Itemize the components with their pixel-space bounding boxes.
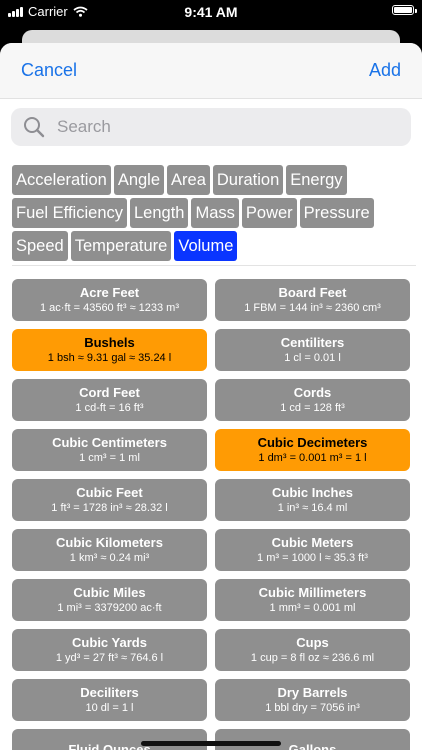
unit-name: Cubic Meters <box>271 535 354 550</box>
unit-conversion: 1 cl = 0.01 l <box>284 352 341 364</box>
category-chip-duration[interactable]: Duration <box>212 165 284 195</box>
unit-name: Bushels <box>84 335 135 350</box>
unit-card-gallons[interactable]: Gallons <box>215 729 410 750</box>
unit-name: Dry Barrels <box>277 685 348 700</box>
unit-conversion: 1 m³ = 1000 l ≈ 35.3 ft³ <box>257 552 368 564</box>
unit-name: Cubic Yards <box>72 635 147 650</box>
status-time: 9:41 AM <box>184 4 238 20</box>
unit-conversion: 10 dl = 1 l <box>85 702 134 714</box>
unit-name: Cubic Centimeters <box>52 435 167 450</box>
chip-row: Fuel Efficiency Length Mass Power Pressure <box>12 198 412 228</box>
category-chips: Acceleration Angle Area Duration Energy Fuel … <box>12 165 412 264</box>
add-unit-sheet: Cancel Add AccelerationAngleAreaDuration… <box>0 43 422 750</box>
unit-card-cubic-millimeters[interactable]: Cubic Millimeters 1 mm³ = 0.001 ml <box>215 579 410 621</box>
category-chip-area[interactable]: Area <box>167 165 210 195</box>
unit-conversion: 1 dm³ = 0.001 m³ = 1 l <box>258 452 367 464</box>
unit-card-cups[interactable]: Cups 1 cup = 8 fl oz ≈ 236.6 ml <box>215 629 410 671</box>
unit-conversion: 1 mi³ = 3379200 ac·ft <box>57 602 162 614</box>
category-chip-mass[interactable]: Mass <box>191 198 239 228</box>
unit-card-centiliters[interactable]: Centiliters 1 cl = 0.01 l <box>215 329 410 371</box>
category-chip-fuel-efficiency[interactable]: Fuel Efficiency <box>12 198 127 228</box>
unit-name: Cups <box>296 635 329 650</box>
unit-row: Cubic Feet 1 ft³ = 1728 in³ ≈ 28.32 l Cubi… <box>12 479 410 521</box>
category-chip-volume[interactable]: Volume <box>174 231 238 261</box>
unit-card-dry-barrels[interactable]: Dry Barrels 1 bbl dry = 7056 in³ <box>215 679 410 721</box>
unit-card-deciliters[interactable]: Deciliters 10 dl = 1 l <box>12 679 207 721</box>
unit-card-cubic-decimeters[interactable]: Cubic Decimeters 1 dm³ = 0.001 m³ = 1 l <box>215 429 410 471</box>
unit-conversion: 1 FBM = 144 in³ ≈ 2360 cm³ <box>244 302 381 314</box>
unit-row: Cubic Miles 1 mi³ = 3379200 ac·ft Cubic Mi… <box>12 579 410 621</box>
unit-conversion: 1 km³ ≈ 0.24 mi³ <box>69 552 150 564</box>
unit-card-cubic-centimeters[interactable]: Cubic Centimeters 1 cm³ = 1 ml <box>12 429 207 471</box>
unit-name: Cubic Inches <box>272 485 353 500</box>
unit-row: Fluid Ounces Gallons <box>12 729 410 750</box>
category-chip-power[interactable]: Power <box>241 198 297 228</box>
unit-conversion: 1 cup = 8 fl oz ≈ 236.6 ml <box>250 652 375 664</box>
unit-card-cubic-meters[interactable]: Cubic Meters 1 m³ = 1000 l ≈ 35.3 ft³ <box>215 529 410 571</box>
unit-name: Board Feet <box>278 285 347 300</box>
unit-conversion: 1 mm³ = 0.001 ml <box>269 602 356 614</box>
unit-conversion: 1 cm³ = 1 ml <box>79 452 140 464</box>
unit-card-cubic-miles[interactable]: Cubic Miles 1 mi³ = 3379200 ac·ft <box>12 579 207 621</box>
category-chip-acceleration[interactable]: Acceleration <box>12 165 111 195</box>
unit-row: Cubic Kilometers 1 km³ ≈ 0.24 mi³ Cubic Me… <box>12 529 410 571</box>
status-bar: Carrier 9:41 AM <box>0 0 422 24</box>
category-chip-speed[interactable]: Speed <box>12 231 68 261</box>
unit-row: Acre Feet 1 ac·ft = 43560 ft³ ≈ 1233 m³ Bo… <box>12 279 410 321</box>
unit-name: Cord Feet <box>79 385 140 400</box>
unit-card-board-feet[interactable]: Board Feet 1 FBM = 144 in³ ≈ 2360 cm³ <box>215 279 410 321</box>
unit-card-cubic-inches[interactable]: Cubic Inches 1 in³ ≈ 16.4 ml <box>215 479 410 521</box>
unit-card-cubic-yards[interactable]: Cubic Yards 1 yd³ = 27 ft³ ≈ 764.6 l <box>12 629 207 671</box>
unit-card-bushels[interactable]: Bushels 1 bsh ≈ 9.31 gal ≈ 35.24 l <box>12 329 207 371</box>
unit-conversion: 1 in³ ≈ 16.4 ml <box>277 502 348 514</box>
unit-row: Cubic Yards 1 yd³ = 27 ft³ ≈ 764.6 l Cups 1… <box>12 629 410 671</box>
unit-name: Cubic Millimeters <box>258 585 367 600</box>
unit-conversion: 1 ft³ = 1728 in³ ≈ 28.32 l <box>51 502 168 514</box>
unit-conversion: 1 yd³ = 27 ft³ ≈ 764.6 l <box>55 652 164 664</box>
divider <box>12 265 416 266</box>
unit-name: Cubic Miles <box>73 585 146 600</box>
unit-name: Centiliters <box>280 335 345 350</box>
search-icon <box>24 117 45 138</box>
unit-grid: Acre Feet 1 ac·ft = 43560 ft³ ≈ 1233 m³ Bo… <box>12 279 410 750</box>
unit-conversion: 1 cd = 128 ft³ <box>280 402 345 414</box>
unit-name: Deciliters <box>80 685 139 700</box>
search-input[interactable] <box>55 116 379 138</box>
unit-conversion: 1 bsh ≈ 9.31 gal ≈ 35.24 l <box>47 352 172 364</box>
cancel-button[interactable]: Cancel <box>21 60 77 81</box>
category-chip-energy[interactable]: Energy <box>286 165 347 195</box>
battery-icon <box>392 5 417 15</box>
unit-card-acre-feet[interactable]: Acre Feet 1 ac·ft = 43560 ft³ ≈ 1233 m³ <box>12 279 207 321</box>
navigation-bar: Cancel Add <box>0 43 422 99</box>
unit-conversion: 1 cd-ft = 16 ft³ <box>75 402 144 414</box>
unit-row: Deciliters 10 dl = 1 l Dry Barrels 1 bbl dr… <box>12 679 410 721</box>
unit-card-cord-feet[interactable]: Cord Feet 1 cd-ft = 16 ft³ <box>12 379 207 421</box>
unit-card-cubic-kilometers[interactable]: Cubic Kilometers 1 km³ ≈ 0.24 mi³ <box>12 529 207 571</box>
category-chip-angle[interactable]: Angle <box>113 165 165 195</box>
home-indicator <box>141 741 281 746</box>
unit-row: Cord Feet 1 cd-ft = 16 ft³ Cords 1 cd = 128… <box>12 379 410 421</box>
category-chip-temperature[interactable]: Temperature <box>70 231 172 261</box>
chip-row: Speed Temperature Volume <box>12 231 412 261</box>
unit-card-cords[interactable]: Cords 1 cd = 128 ft³ <box>215 379 410 421</box>
category-chip-length[interactable]: Length <box>130 198 189 228</box>
unit-card-fluid-ounces[interactable]: Fluid Ounces <box>12 729 207 750</box>
unit-row: Bushels 1 bsh ≈ 9.31 gal ≈ 35.24 l Centili… <box>12 329 410 371</box>
unit-card-cubic-feet[interactable]: Cubic Feet 1 ft³ = 1728 in³ ≈ 28.32 l <box>12 479 207 521</box>
add-button[interactable]: Add <box>369 60 401 81</box>
unit-conversion: 1 ac·ft = 43560 ft³ ≈ 1233 m³ <box>39 302 180 314</box>
unit-name: Cords <box>293 385 332 400</box>
search-bar[interactable] <box>11 108 411 146</box>
unit-name: Cubic Decimeters <box>257 435 368 450</box>
unit-conversion: 1 bbl dry = 7056 in³ <box>265 702 360 714</box>
category-chip-pressure[interactable]: Pressure <box>299 198 374 228</box>
unit-name: Cubic Kilometers <box>56 535 163 550</box>
unit-name: Cubic Feet <box>76 485 143 500</box>
unit-row: Cubic Centimeters 1 cm³ = 1 ml Cubic Decim… <box>12 429 410 471</box>
unit-name: Acre Feet <box>79 285 140 300</box>
chip-row: Acceleration Angle Area Duration Energy <box>12 165 412 195</box>
